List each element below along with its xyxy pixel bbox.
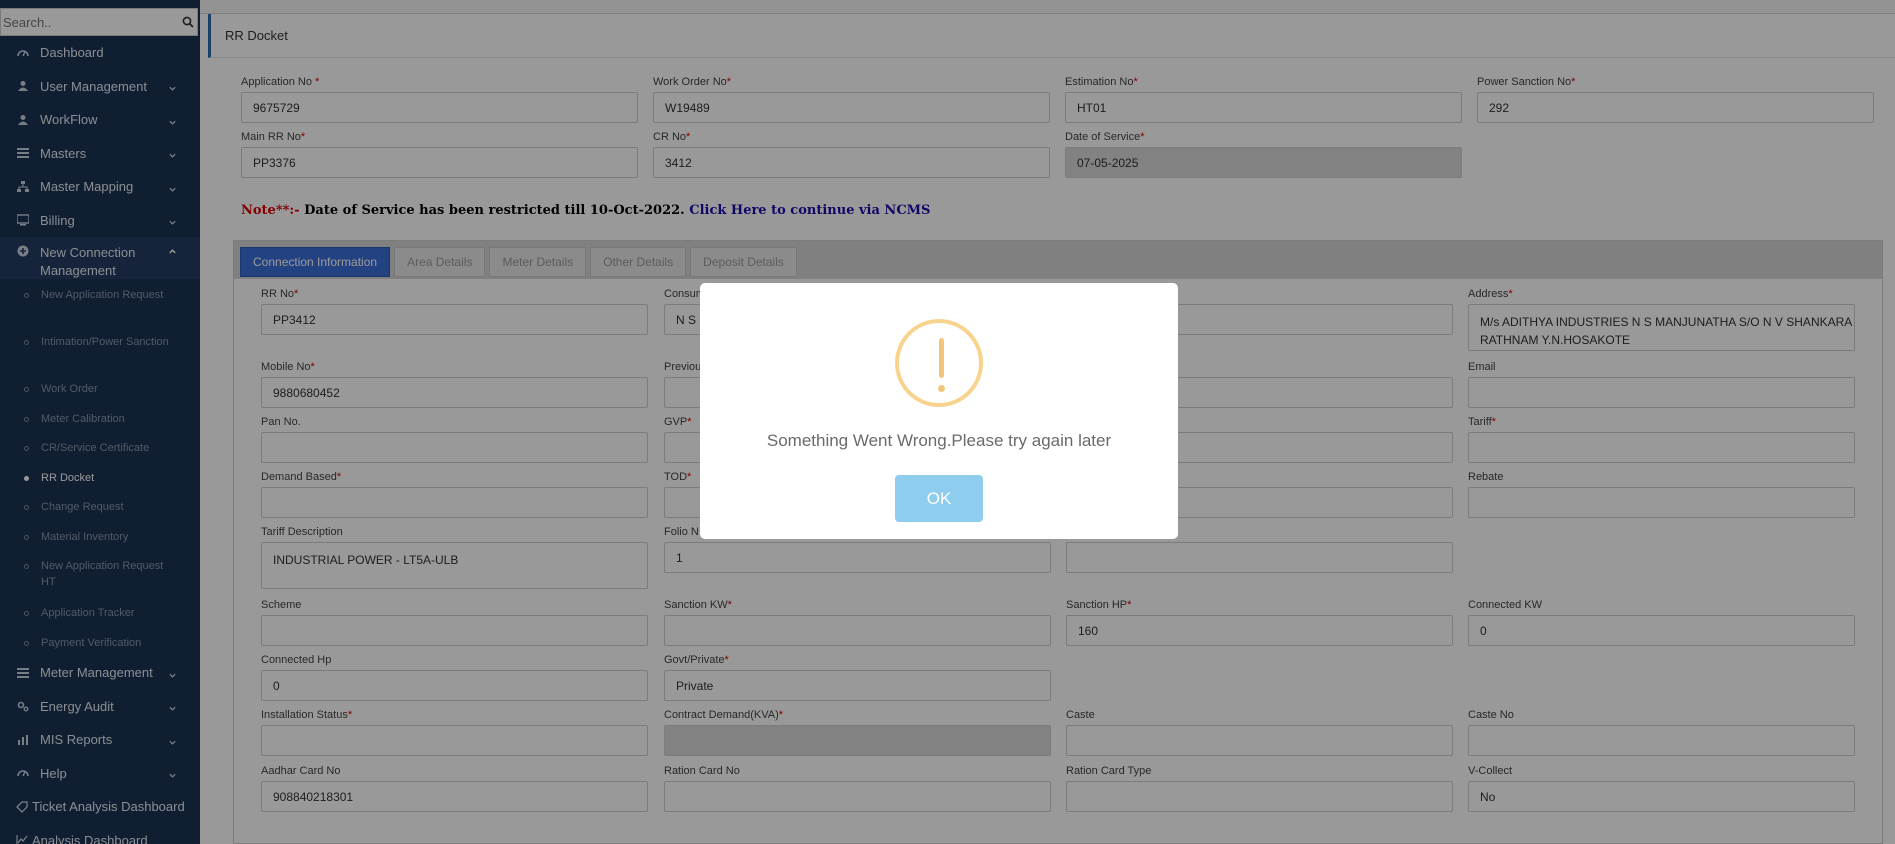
warning-icon (895, 319, 983, 407)
error-dialog: Something Went Wrong.Please try again la… (700, 283, 1178, 539)
dialog-message: Something Went Wrong.Please try again la… (766, 431, 1112, 450)
ok-button[interactable]: OK (895, 475, 983, 522)
modal-overlay: Something Went Wrong.Please try again la… (0, 0, 1895, 844)
